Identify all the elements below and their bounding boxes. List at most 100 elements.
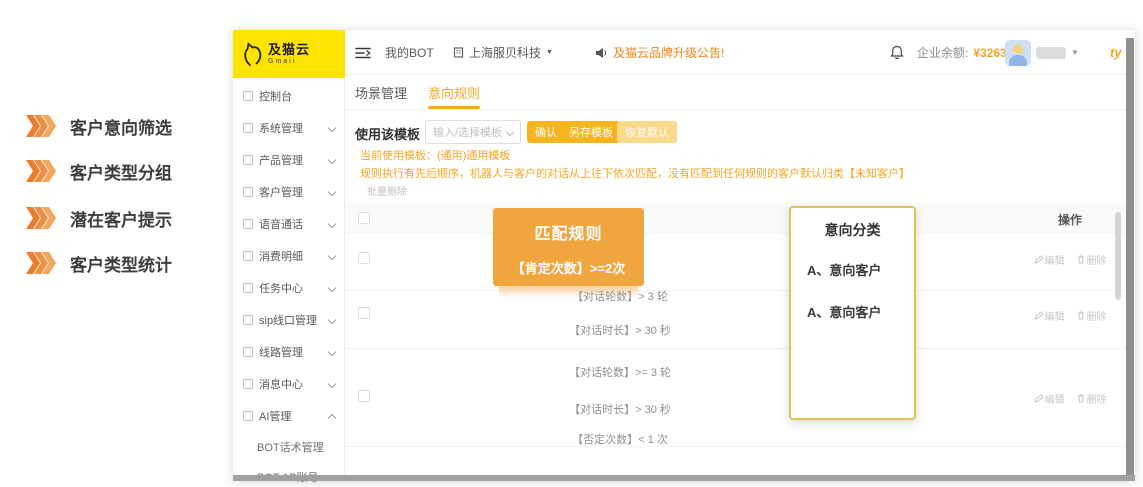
- speaker-icon: [595, 47, 608, 59]
- collapse-menu-icon: [355, 46, 371, 60]
- sidebar-item-console[interactable]: 控制台: [233, 83, 345, 109]
- chevron-down-icon: [328, 380, 336, 388]
- chevron-down-icon: [328, 284, 336, 292]
- callout-rule: 【肯定次数】>=2次: [493, 258, 644, 277]
- tab-intent-rules[interactable]: 意向规则: [428, 83, 480, 102]
- sidebar-item-consumption[interactable]: 消费明细: [233, 243, 345, 269]
- chevron-down-icon: [328, 348, 336, 356]
- task-center-icon: [243, 283, 253, 293]
- chevron-down-icon: [328, 220, 336, 228]
- intent-item: A、意向客户: [807, 302, 881, 321]
- row-actions: 编辑 删除: [1027, 252, 1113, 267]
- confirm-button[interactable]: 确认: [527, 121, 565, 143]
- sidebar-item-sip-line[interactable]: sip线口管理: [233, 307, 345, 333]
- pencil-icon: [1034, 255, 1043, 264]
- bullet-label: 客户类型统计: [70, 251, 172, 276]
- triple-chevron-icon: [26, 252, 56, 274]
- select-all-checkbox[interactable]: [358, 212, 370, 224]
- sidebar-collapse-button[interactable]: [355, 30, 371, 75]
- row-checkbox[interactable]: [358, 307, 370, 319]
- message-center-icon: [243, 379, 253, 389]
- system-icon: [243, 123, 253, 133]
- sidebar-item-task-center[interactable]: 任务中心: [233, 275, 345, 301]
- table-header-background: [345, 203, 1125, 233]
- row-divider: [345, 348, 1125, 349]
- sidebar-item-voice-call[interactable]: 语音通话: [233, 211, 345, 237]
- tabs-divider: [345, 109, 1135, 110]
- feature-bullet: 潜在客户提示: [26, 205, 172, 231]
- sidebar-item-product[interactable]: 产品管理: [233, 147, 345, 173]
- window-scrollbar[interactable]: [1126, 38, 1134, 478]
- feature-bullet: 客户类型分组: [26, 158, 172, 184]
- row-actions: 编辑 删除: [1027, 308, 1113, 323]
- column-header-actions: 操作: [1035, 211, 1105, 228]
- tab-label: 场景管理: [355, 86, 407, 101]
- tab-scene-mgmt[interactable]: 场景管理: [355, 83, 407, 102]
- customer-icon: [243, 187, 253, 197]
- sidebar-item-message-center[interactable]: 消息中心: [233, 371, 345, 397]
- row-checkbox[interactable]: [358, 252, 370, 264]
- trash-icon: [1077, 394, 1085, 403]
- voice-call-icon: [243, 219, 253, 229]
- help-glyph: ty: [1110, 45, 1122, 60]
- save-as-template-button[interactable]: 另存模板: [561, 121, 621, 143]
- triple-chevron-icon: [26, 115, 56, 137]
- company-selector[interactable]: 上海服贝科技 ▼: [453, 30, 553, 75]
- chevron-up-icon: [328, 414, 336, 422]
- delete-label: 删除: [1087, 308, 1107, 323]
- row-checkbox[interactable]: [358, 390, 370, 402]
- edit-button[interactable]: 编辑: [1034, 252, 1065, 267]
- window-bottom-scrollbar[interactable]: [233, 475, 1135, 481]
- table-scrollbar[interactable]: [1115, 212, 1121, 300]
- feature-bullet: 客户意向筛选: [26, 113, 172, 139]
- product-icon: [243, 155, 253, 165]
- chevron-down-icon: [328, 188, 336, 196]
- pencil-icon: [1034, 311, 1043, 320]
- reset-template-button[interactable]: 恢复默认: [617, 121, 677, 143]
- announcement-link[interactable]: 及猫云品牌升级公告!: [595, 30, 724, 75]
- sidebar-item-line-mgmt[interactable]: 线路管理: [233, 339, 345, 365]
- app-window: 及猫云 Gmaii 控制台 系统管理 产品管理 客户管理 语音通话 消费明细 任…: [233, 30, 1135, 481]
- delete-button[interactable]: 删除: [1077, 391, 1107, 406]
- topbar: 我的BOT 上海服贝科技 ▼ 及猫云品牌升级公告!: [345, 30, 1135, 75]
- batch-delete-button[interactable]: 批量删除: [367, 183, 407, 198]
- sip-line-icon: [243, 315, 253, 325]
- building-icon: [453, 47, 464, 58]
- sidebar-item-label: sip线口管理: [259, 312, 317, 328]
- floating-help-icon[interactable]: ty: [1110, 30, 1122, 75]
- chevron-down-icon: [328, 316, 336, 324]
- brand-name: 及猫云: [268, 43, 310, 56]
- bullet-label: 客户意向筛选: [70, 114, 172, 139]
- delete-button[interactable]: 删除: [1077, 308, 1107, 323]
- delete-button[interactable]: 删除: [1077, 252, 1107, 267]
- tab-label: 意向规则: [428, 86, 480, 101]
- bell-icon: [890, 45, 904, 60]
- chevron-down-icon: [328, 252, 336, 260]
- chevron-down-icon: [328, 156, 336, 164]
- feature-bullet: 客户类型统计: [26, 250, 172, 276]
- delete-label: 删除: [1087, 391, 1107, 406]
- pencil-icon: [1034, 394, 1043, 403]
- avatar: [1005, 40, 1031, 66]
- sidebar-item-label: AI管理: [259, 408, 291, 424]
- caret-down-icon: ▼: [1071, 48, 1079, 57]
- bullet-label: 潜在客户提示: [70, 206, 172, 231]
- intent-classification-box: 意向分类 A、意向客户 A、意向客户: [789, 206, 916, 420]
- template-select[interactable]: 输入/选择模板: [425, 120, 521, 144]
- sidebar-item-system[interactable]: 系统管理: [233, 115, 345, 141]
- row-actions: 编辑 删除: [1027, 391, 1113, 406]
- trash-icon: [1077, 311, 1085, 320]
- sidebar-subitem-bot-script[interactable]: BOT话术管理: [233, 435, 345, 459]
- notifications-button[interactable]: [890, 30, 904, 75]
- edit-button[interactable]: 编辑: [1034, 391, 1065, 406]
- sidebar-item-customer[interactable]: 客户管理: [233, 179, 345, 205]
- sidebar-item-label: 消息中心: [259, 376, 303, 392]
- nav-my-bot[interactable]: 我的BOT: [385, 30, 434, 75]
- edit-label: 编辑: [1045, 308, 1065, 323]
- sidebar-item-label: 产品管理: [259, 152, 303, 168]
- user-menu[interactable]: ▼: [1005, 30, 1079, 75]
- line-mgmt-icon: [243, 347, 253, 357]
- edit-button[interactable]: 编辑: [1034, 308, 1065, 323]
- callout-title: 匹配规则: [493, 220, 644, 244]
- sidebar-item-ai-mgmt[interactable]: AI管理: [233, 403, 345, 429]
